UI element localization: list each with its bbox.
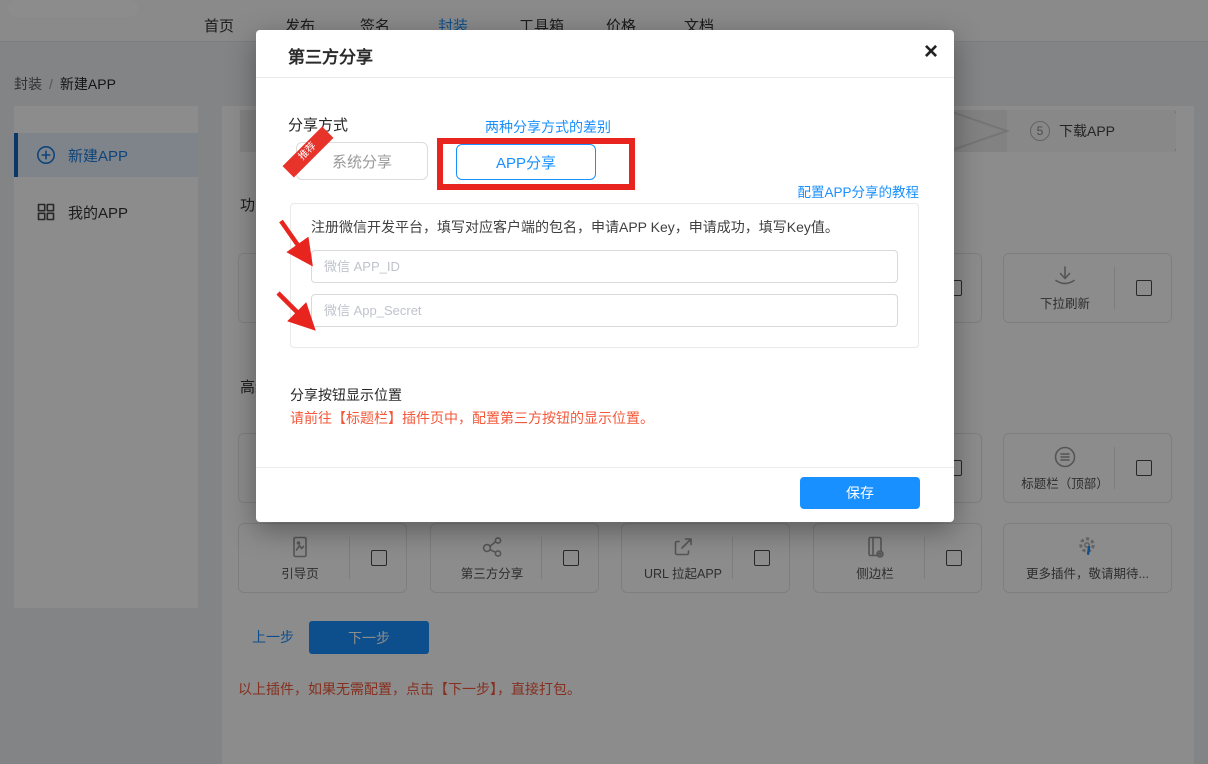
app-share-tutorial-link[interactable]: 配置APP分享的教程 <box>797 181 919 201</box>
modal-header: 第三方分享 × <box>256 30 954 78</box>
save-button[interactable]: 保存 <box>800 477 920 509</box>
tab-system-share[interactable]: 系统分享 推荐 <box>296 142 428 180</box>
wechat-secret-input[interactable] <box>311 294 898 327</box>
wechat-appid-input[interactable] <box>311 250 898 283</box>
modal-footer-divider <box>256 467 954 468</box>
tab-app-share[interactable]: APP分享 <box>456 144 596 180</box>
wechat-config-instruction: 注册微信开发平台，填写对应客户端的包名，申请APP Key，申请成功，填写Key… <box>311 217 839 237</box>
third-party-share-modal: 第三方分享 × 分享方式 两种分享方式的差别 系统分享 推荐 APP分享 配置A… <box>256 30 954 522</box>
wechat-config-panel: 注册微信开发平台，填写对应客户端的包名，申请APP Key，申请成功，填写Key… <box>290 203 919 348</box>
share-button-position-label: 分享按钮显示位置 <box>290 385 402 405</box>
close-icon[interactable]: × <box>924 38 938 66</box>
share-button-position-warning: 请前往【标题栏】插件页中，配置第三方按钮的显示位置。 <box>290 408 654 428</box>
share-method-diff-link[interactable]: 两种分享方式的差别 <box>485 117 611 137</box>
tab-system-share-label: 系统分享 <box>332 154 392 171</box>
modal-title: 第三方分享 <box>288 43 373 68</box>
